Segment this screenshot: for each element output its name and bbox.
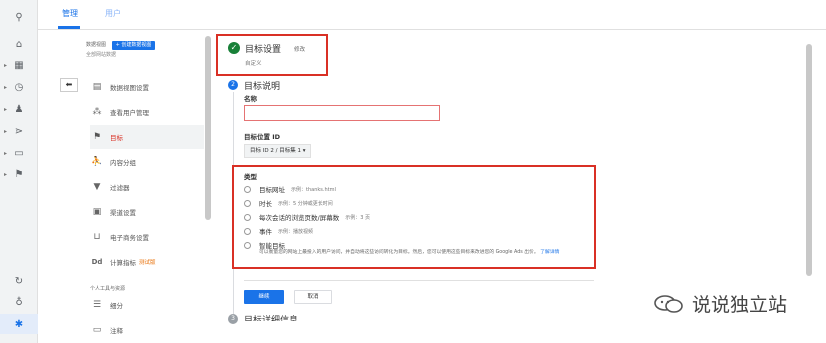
- view-name[interactable]: 全部网站数据: [86, 50, 155, 60]
- segment-icon: ☰: [92, 300, 102, 310]
- view-label: 数据视图: [86, 42, 107, 48]
- menu-item-ecommerce[interactable]: ⊔ 电子商务设置: [90, 225, 204, 249]
- section-personal-tools: 个人工具与资源: [90, 286, 126, 292]
- gear-icon[interactable]: ✱: [0, 314, 38, 334]
- step-2-badge: 2: [228, 80, 238, 90]
- watermark-text: 说说独立站: [692, 294, 788, 316]
- goal-details-title: 目标详细信息: [244, 316, 299, 321]
- flag-icon[interactable]: ▸ ⚑: [0, 164, 38, 184]
- channel-icon: ▣: [92, 207, 102, 217]
- goal-setup-value: 自定义: [245, 61, 262, 67]
- people-icon: ⁂: [92, 107, 102, 117]
- name-label: 名称: [244, 95, 257, 103]
- cancel-button[interactable]: 取消: [294, 290, 332, 304]
- radio-button[interactable]: [244, 199, 251, 207]
- watermark: 说说独立站: [652, 290, 787, 317]
- type-option-pages-per-session[interactable]: 每次会话的浏览页数/屏幕数 示例：3 页: [244, 212, 370, 222]
- radio-button[interactable]: [244, 241, 251, 249]
- menu-item-user-management[interactable]: ⁂ 查看用户管理: [90, 100, 204, 124]
- admin-scrollbar[interactable]: [205, 36, 211, 220]
- type-option-event[interactable]: 事件 示例：播放视频: [244, 226, 313, 236]
- view-selector: 数据视图 + 创建数据视图 全部网站数据: [86, 40, 156, 60]
- menu-item-view-settings[interactable]: ▤ 数据视图设置: [90, 75, 204, 99]
- clock-icon[interactable]: ▸ ◷: [0, 77, 38, 97]
- dashboard-icon[interactable]: ▸ ▦: [0, 55, 38, 75]
- menu-item-annotations[interactable]: ▭ 注释: [90, 318, 204, 342]
- filter-icon: ▼: [93, 182, 101, 192]
- figure-icon: ⛹: [91, 157, 103, 167]
- menu-item-segments[interactable]: ☰ 细分: [90, 293, 204, 317]
- tab-admin[interactable]: 管理: [62, 8, 78, 19]
- goal-slot-label: 目标位置 ID: [244, 133, 281, 141]
- display-icon[interactable]: ▸ ▭: [0, 143, 38, 163]
- type-option-duration[interactable]: 时长 示例：5 分钟或更长时间: [244, 198, 333, 208]
- beta-badge: 测试版: [139, 260, 156, 266]
- wechat-logo-icon: [654, 294, 683, 313]
- learn-more-link[interactable]: 了解详情: [540, 250, 559, 255]
- goal-setup-section: [216, 34, 328, 76]
- acquisition-icon[interactable]: ▸ ⋗: [0, 121, 38, 141]
- share-icon[interactable]: ↻: [0, 271, 38, 291]
- continue-button[interactable]: 继续: [244, 290, 284, 304]
- radio-button[interactable]: [244, 227, 251, 235]
- radio-button[interactable]: [244, 213, 251, 221]
- goal-type-section: 类型 目标网址 示例：thanks.html 时长 示例：5 分钟或更长时间 每…: [232, 165, 596, 269]
- check-icon: ✓: [228, 42, 240, 54]
- dd-icon: Dd: [91, 258, 103, 266]
- menu-item-channel-settings[interactable]: ▣ 渠道设置: [90, 200, 204, 224]
- goal-slot-dropdown[interactable]: 目标 ID 2 / 目标集 1 ▾: [244, 144, 312, 158]
- create-view-button[interactable]: + 创建数据视图: [111, 41, 156, 50]
- type-option-destination[interactable]: 目标网址 示例：thanks.html: [244, 184, 336, 194]
- active-tab-indicator: [58, 26, 80, 29]
- menu-item-filters[interactable]: ▼ 过滤器: [90, 175, 204, 199]
- cart-icon: ⊔: [93, 232, 101, 242]
- divider: [244, 280, 594, 281]
- top-tab-bar: 管理 用户: [38, 0, 826, 30]
- search-icon[interactable]: ⚲: [0, 7, 38, 27]
- goal-setup-title: 目标设置: [245, 45, 282, 55]
- page-scrollbar[interactable]: [806, 44, 812, 276]
- type-label: 类型: [244, 173, 257, 181]
- admin-view-column: 数据视图 + 创建数据视图 全部网站数据 ⬅ ▤ 数据视图设置 ⁂ 查看用户管理…: [38, 30, 210, 343]
- flag-icon: ⚑: [92, 132, 102, 142]
- radio-button[interactable]: [244, 185, 251, 193]
- menu-item-calculated-metrics[interactable]: Dd 计算指标 测试版: [90, 250, 204, 274]
- doc-icon: ▤: [92, 82, 102, 92]
- goal-name-input[interactable]: [244, 105, 440, 121]
- person-icon[interactable]: ▸ ♟: [0, 99, 38, 119]
- tab-users[interactable]: 用户: [105, 8, 121, 19]
- step-3-badge: 3: [228, 314, 238, 324]
- lightbulb-icon[interactable]: ♁: [0, 292, 38, 312]
- edit-link[interactable]: 修改: [294, 45, 305, 53]
- menu-item-content-grouping[interactable]: ⛹ 内容分组: [90, 150, 204, 174]
- goal-description-title: 目标说明: [244, 82, 281, 92]
- smart-goal-description: 可以衡量您的网站上最投入的用户访问，并自动将这些访问转化为目标。然后，您可以使用…: [259, 250, 560, 255]
- back-arrow-icon[interactable]: ⬅: [60, 78, 78, 92]
- home-icon[interactable]: ⌂: [0, 34, 38, 54]
- menu-item-goals[interactable]: ⚑ 目标: [90, 125, 204, 149]
- note-icon: ▭: [92, 325, 102, 335]
- left-nav-rail: ⚲ ⌂ ▸ ▦ ▸ ◷ ▸ ♟ ▸ ⋗ ▸ ▭ ▸ ⚑ ↻ ♁ ✱: [0, 0, 38, 343]
